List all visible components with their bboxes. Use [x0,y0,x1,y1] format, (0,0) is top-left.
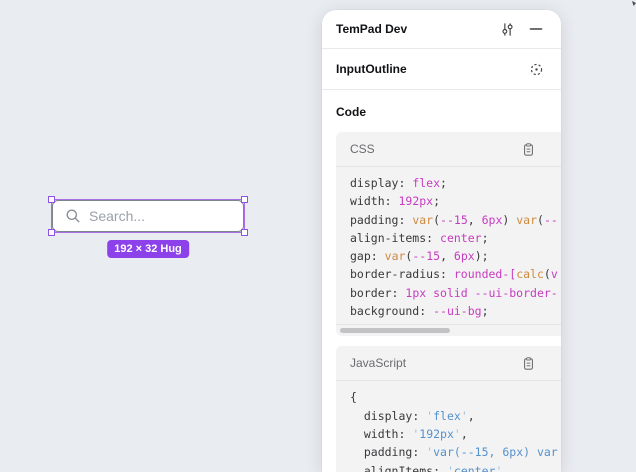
code-line: padding: 'var(--15, 6px) var [350,443,561,461]
selection-handle-top-left[interactable] [48,196,55,203]
javascript-block-header: JavaScript [336,346,561,381]
panel-header: TemPad Dev [322,10,561,49]
selection-outline[interactable] [51,199,245,233]
code-line: border: 1px solid --ui-border- [350,284,561,302]
sliders-icon[interactable] [498,20,516,38]
panel-title: TemPad Dev [336,22,498,36]
code-line: padding: var(--15, 6px) var(-- [350,211,561,229]
javascript-block-title: JavaScript [350,356,519,370]
selection-handle-top-right[interactable] [241,196,248,203]
cursor-artifact [632,1,636,6]
selected-node-row: InputOutline [322,49,561,90]
css-scrollbar-thumb[interactable] [340,328,450,333]
node-name: InputOutline [336,62,527,76]
javascript-code-area[interactable]: { display: 'flex', width: '192px', paddi… [336,381,561,472]
copy-clipboard-icon[interactable] [519,140,537,158]
selection-handle-bottom-left[interactable] [48,229,55,236]
code-line: display: 'flex', [350,407,561,425]
css-horizontal-scrollbar[interactable] [336,324,561,336]
css-code-block: CSS display: flex;width: 192px;padding: … [336,132,561,336]
code-line: width: '192px', [350,425,561,443]
code-line: border-radius: rounded-[calc(v [350,265,561,283]
code-line: width: 192px; [350,192,561,210]
code-line: align-items: center; [350,229,561,247]
selection-handle-bottom-right[interactable] [241,229,248,236]
copy-clipboard-icon[interactable] [519,354,537,372]
code-section-label: Code [322,90,561,132]
javascript-code-block: JavaScript { display: 'flex', width: '19… [336,346,561,472]
css-block-header: CSS [336,132,561,167]
code-line: { [350,388,561,406]
css-block-title: CSS [350,142,519,156]
code-line: display: flex; [350,174,561,192]
minimize-icon[interactable] [527,20,545,38]
locate-crosshair-icon[interactable] [527,60,545,78]
size-badge: 192 × 32 Hug [107,240,189,258]
selected-component[interactable]: Search... 192 × 32 Hug [52,200,244,232]
code-line: gap: var(--15, 6px); [350,247,561,265]
code-line: background: --ui-bg; [350,302,561,320]
css-code-area[interactable]: display: flex;width: 192px;padding: var(… [336,167,561,324]
tempad-dev-panel: TemPad Dev InputOutline Code CSS [322,10,561,472]
code-line: alignItems: 'center', [350,462,561,472]
